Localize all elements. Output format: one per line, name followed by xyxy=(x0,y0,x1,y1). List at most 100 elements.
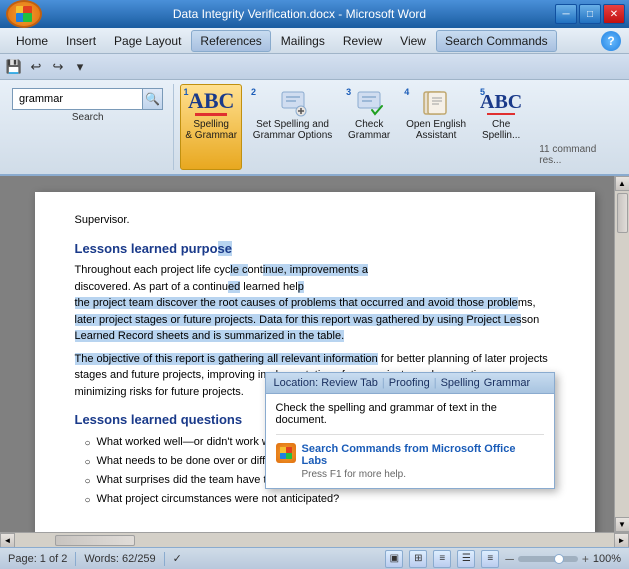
title-bar: Data Integrity Verification.docx - Micro… xyxy=(0,0,629,28)
quick-access-toolbar: 💾 ↩ ↪ ▾ xyxy=(0,54,629,80)
menu-search-commands[interactable]: Search Commands xyxy=(436,30,557,52)
zoom-level: 100% xyxy=(593,553,621,565)
office-logo[interactable] xyxy=(6,0,42,28)
supervisor-text: Supervisor. xyxy=(75,212,555,229)
zoom-thumb[interactable] xyxy=(554,554,564,564)
check-grammar-icon xyxy=(353,87,385,119)
scroll-right-arrow[interactable]: ► xyxy=(614,533,629,548)
h-scroll-track xyxy=(15,533,614,547)
paragraph-1: Throughout each project life cycle conti… xyxy=(75,262,555,345)
para2-text1: for better planning of later pro xyxy=(378,353,525,365)
save-button[interactable]: 💾 xyxy=(4,57,24,77)
maximize-button[interactable]: □ xyxy=(579,4,601,24)
menu-home[interactable]: Home xyxy=(8,31,56,51)
result-count: 11 command res... xyxy=(539,144,621,166)
bullet-3: ○ xyxy=(85,474,91,489)
set-spelling-grammar-button[interactable]: 2 Set Spelling andGrammar Options xyxy=(248,84,337,170)
view-fullscreen-button[interactable]: ⊞ xyxy=(409,550,427,568)
tooltip-header: Location: Review Tab | Proofing | Spelli… xyxy=(266,373,554,394)
para2-text3: minimizing risks for future projects. xyxy=(75,386,244,398)
h-scroll-thumb[interactable] xyxy=(55,535,135,546)
quick-access-dropdown[interactable]: ▾ xyxy=(70,57,90,77)
search-input[interactable] xyxy=(12,88,142,110)
para1-text2: ont xyxy=(248,264,263,276)
search-area: 🔍 Search xyxy=(8,84,174,170)
page-info: Page: 1 of 2 xyxy=(8,553,67,565)
menu-page-layout[interactable]: Page Layout xyxy=(106,31,189,51)
spelling-grammar-button[interactable]: 1 ABC Spelling& Grammar xyxy=(180,84,241,170)
zoom-slider[interactable] xyxy=(518,556,578,562)
view-outline-button[interactable]: ☰ xyxy=(457,550,475,568)
scroll-thumb[interactable] xyxy=(617,193,628,233)
set-spelling-grammar-icon xyxy=(277,87,309,119)
scroll-up-arrow[interactable]: ▲ xyxy=(615,176,629,191)
scroll-down-arrow[interactable]: ▼ xyxy=(615,517,629,532)
check-grammar-button[interactable]: 3 CheckGrammar xyxy=(343,84,395,170)
menu-insert[interactable]: Insert xyxy=(58,31,104,51)
menu-bar: Home Insert Page Layout References Maili… xyxy=(0,28,629,54)
status-bar: Page: 1 of 2 Words: 62/259 ✓ ▣ ⊞ ≡ ☰ ≡ ─… xyxy=(0,547,629,569)
horizontal-scrollbar: ◄ ► xyxy=(0,532,629,547)
ms-office-icon xyxy=(276,443,296,463)
status-right: ▣ ⊞ ≡ ☰ ≡ ─ + 100% xyxy=(385,550,621,568)
window-title: Data Integrity Verification.docx - Micro… xyxy=(44,7,555,21)
help-icon[interactable]: ? xyxy=(601,31,621,51)
check-spelling-button[interactable]: 5 ABC CheSpellin... xyxy=(477,84,525,170)
heading-1-highlight: se xyxy=(218,241,232,256)
bullet-1: ○ xyxy=(85,436,91,451)
menu-review[interactable]: Review xyxy=(335,31,390,51)
check-spelling-label: CheSpellin... xyxy=(482,119,520,141)
zoom-minus-button[interactable]: ─ xyxy=(505,552,514,566)
menu-mailings[interactable]: Mailings xyxy=(273,31,333,51)
ribbon: 🔍 Search 1 ABC Spelling& Grammar 2 xyxy=(0,80,629,176)
para1-text5: ms, xyxy=(518,297,536,309)
redo-button[interactable]: ↪ xyxy=(48,57,68,77)
search-go-button[interactable]: 🔍 xyxy=(142,88,163,110)
open-english-label: Open EnglishAssistant xyxy=(406,119,466,141)
title-bar-left xyxy=(4,0,44,28)
para1-text1: Throughout each project life cyc xyxy=(75,264,231,276)
tooltip-ms-link[interactable]: Search Commands from Microsoft Office La… xyxy=(302,443,544,467)
document-area: Supervisor. Lessons learned purpose Thro… xyxy=(0,176,629,532)
vertical-scrollbar[interactable]: ▲ ▼ xyxy=(614,176,629,532)
window-controls: ─ □ ✕ xyxy=(555,4,625,24)
close-button[interactable]: ✕ xyxy=(603,4,625,24)
spell-check-icon[interactable]: ✓ xyxy=(173,552,182,565)
tooltip-ms-content: Search Commands from Microsoft Office La… xyxy=(302,443,544,480)
view-draft-button[interactable]: ≡ xyxy=(481,550,499,568)
open-english-button[interactable]: 4 Open EnglishAssistant xyxy=(401,84,471,170)
open-english-icon xyxy=(420,87,452,119)
tooltip-grammar-label: Grammar xyxy=(484,377,530,389)
minimize-button[interactable]: ─ xyxy=(555,4,577,24)
search-label: Search xyxy=(12,112,163,123)
heading-1: Lessons learned purpose xyxy=(75,239,555,259)
para1-hl7: Learned Record sheets and is summarized … xyxy=(75,330,345,342)
ribbon-number-5: 5 xyxy=(480,87,485,97)
heading-1-text: Lessons learned purpo xyxy=(75,241,218,256)
ribbon-number-1: 1 xyxy=(183,87,188,97)
zoom-bar: ─ + 100% xyxy=(505,552,621,566)
para1-hl4: p xyxy=(298,281,304,293)
para1-hl5: the project team discover the root cause… xyxy=(75,297,518,309)
menu-references[interactable]: References xyxy=(191,30,270,52)
para1-text4: learned hel xyxy=(240,281,298,293)
tooltip-sep-2: | xyxy=(434,377,437,389)
spelling-grammar-icon: ABC xyxy=(195,87,227,119)
bullet-4: ○ xyxy=(85,493,91,508)
scroll-left-arrow[interactable]: ◄ xyxy=(0,533,15,548)
check-grammar-label: CheckGrammar xyxy=(348,119,390,141)
tooltip-location: Location: Review Tab xyxy=(274,377,378,389)
word-count: Words: 62/259 xyxy=(84,553,155,565)
para1-text6: son xyxy=(521,314,539,326)
doc-scroll-content: Supervisor. Lessons learned purpose Thro… xyxy=(0,176,629,532)
view-web-button[interactable]: ≡ xyxy=(433,550,451,568)
undo-button[interactable]: ↩ xyxy=(26,57,46,77)
menu-view[interactable]: View xyxy=(392,31,434,51)
check-spelling-icon: ABC xyxy=(485,87,517,119)
view-print-button[interactable]: ▣ xyxy=(385,550,403,568)
search-input-row: 🔍 xyxy=(12,88,163,110)
para2-text1b: jects xyxy=(525,353,548,365)
zoom-plus-button[interactable]: + xyxy=(582,552,589,566)
list-item-4: ○ What project circumstances were not an… xyxy=(75,491,555,508)
list-item-4-text: What project circumstances were not anti… xyxy=(97,491,340,508)
